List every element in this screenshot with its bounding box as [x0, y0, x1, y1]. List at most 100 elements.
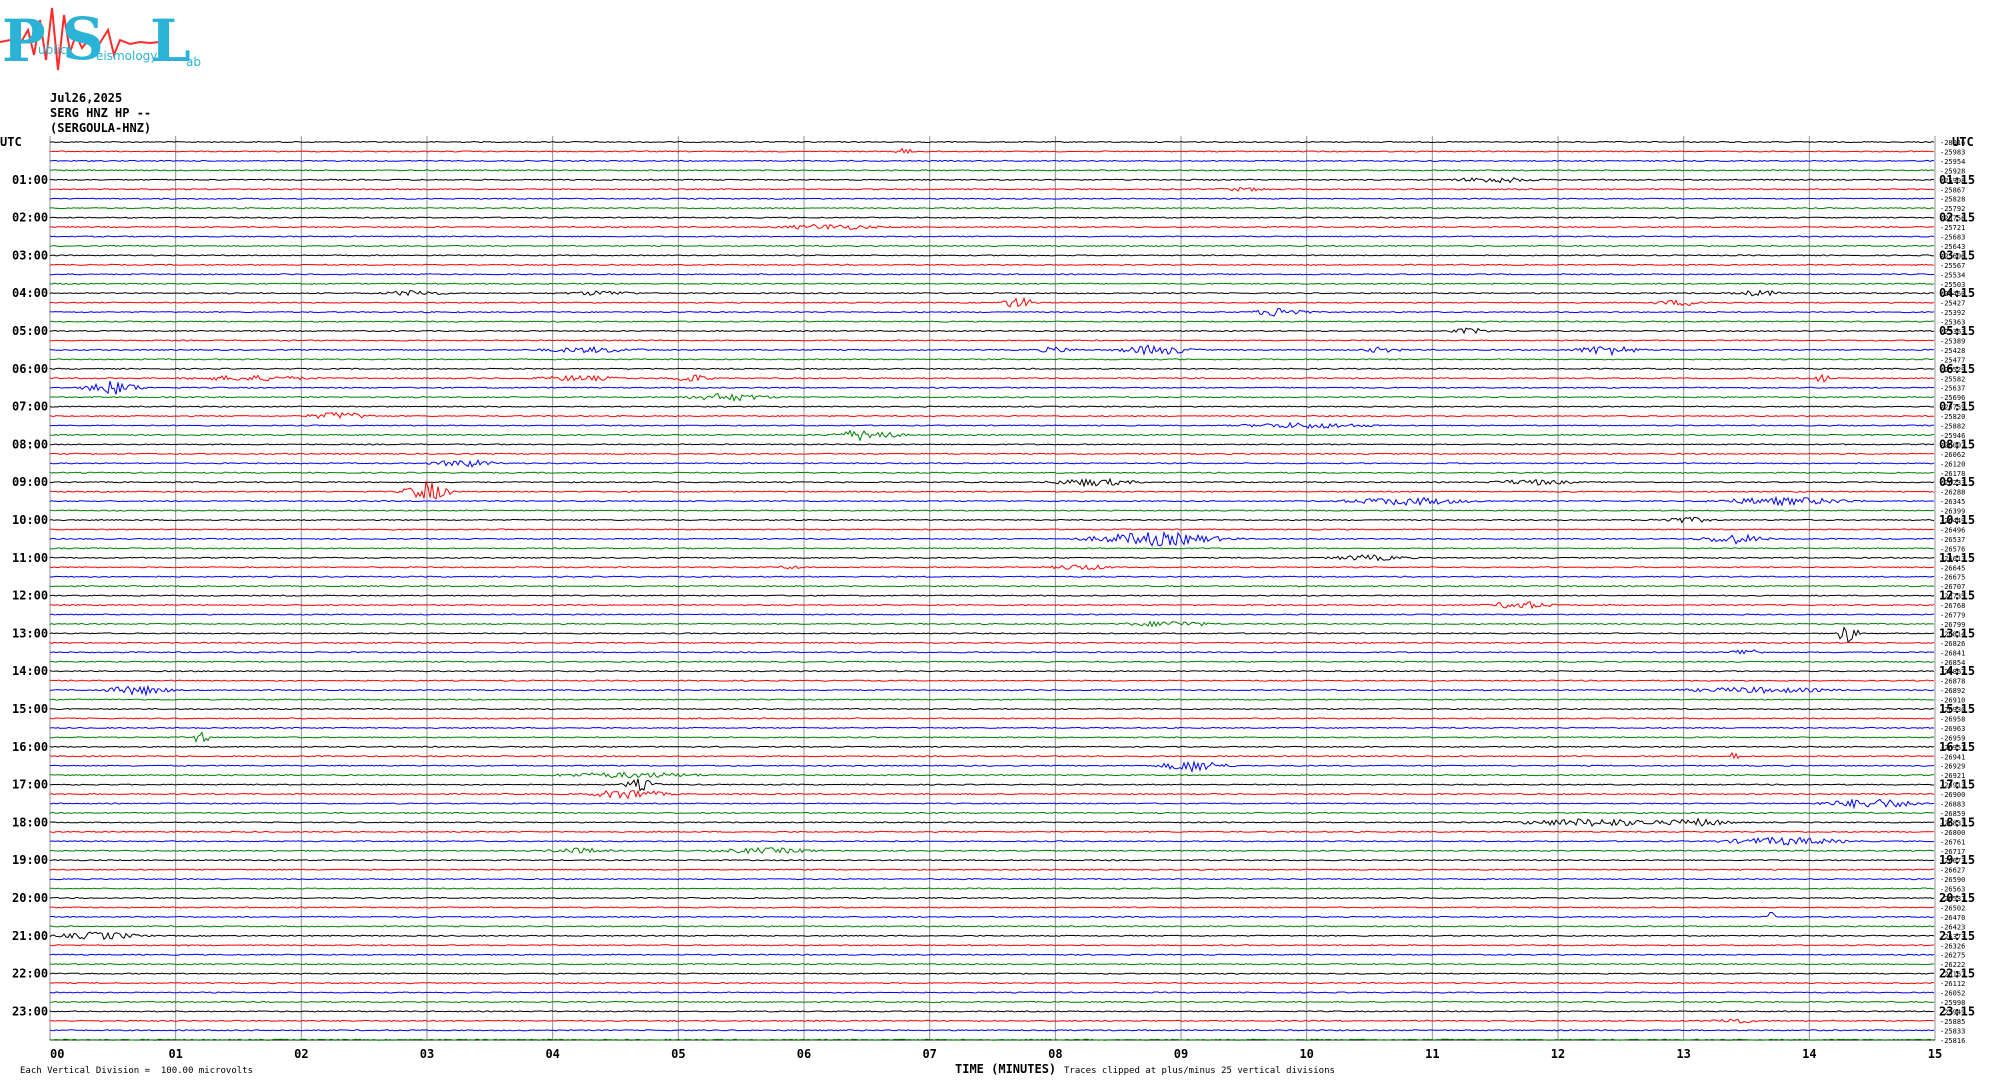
seismic-trace — [49, 393, 1935, 402]
left-hour-label: 23:00 — [12, 1004, 48, 1018]
x-tick-label: 11 — [1425, 1047, 1439, 1061]
seismic-trace — [49, 789, 1935, 800]
helicorder-chart: -28016-25983-25954-25928-25908-25867-258… — [0, 135, 1975, 1061]
seismic-trace — [49, 564, 1935, 571]
seismic-trace — [49, 244, 1934, 248]
seismic-trace — [49, 972, 1935, 975]
trace-offset-label: -25882 — [1940, 423, 1965, 431]
seismic-trace — [49, 223, 1935, 231]
trace-offset-label: -25820 — [1940, 413, 1965, 421]
left-hour-label: 22:00 — [12, 967, 48, 981]
right-hour-label: 01:15 — [1939, 173, 1975, 187]
trace-offset-label: -26470 — [1940, 914, 1965, 922]
trace-offset-label: -26326 — [1940, 942, 1965, 950]
seismic-trace — [49, 1010, 1935, 1013]
trace-offset-label: -25637 — [1940, 385, 1965, 393]
trace-offset-label: -26112 — [1940, 980, 1965, 988]
seismic-trace — [50, 707, 1935, 711]
trace-offset-label: -25833 — [1940, 1027, 1965, 1035]
left-hour-label: 09:00 — [12, 475, 48, 489]
trace-offset-label: -26502 — [1940, 904, 1965, 912]
trace-offset-label: -26288 — [1940, 489, 1965, 497]
x-tick-label: 08 — [1048, 1047, 1062, 1061]
trace-offset-label: -26892 — [1940, 687, 1965, 695]
trace-offset-label: -26120 — [1940, 460, 1965, 468]
seismic-trace — [49, 263, 1935, 266]
seismic-trace — [49, 684, 1935, 697]
x-tick-label: 01 — [168, 1047, 182, 1061]
right-hour-label: 20:15 — [1939, 891, 1975, 905]
right-utc-label: UTC — [1952, 135, 1974, 149]
seismic-trace — [49, 421, 1935, 429]
seismic-trace — [49, 953, 1935, 956]
seismic-trace — [49, 186, 1935, 192]
trace-offset-label: -26883 — [1940, 801, 1965, 809]
seismic-trace — [49, 991, 1935, 994]
seismic-trace — [50, 679, 1935, 682]
clipping-note: Traces clipped at plus/minus 25 vertical… — [1064, 1066, 1335, 1076]
trace-offset-label: -25816 — [1940, 1037, 1965, 1045]
trace-offset-label: -26941 — [1940, 753, 1965, 761]
seismic-trace — [49, 147, 1935, 154]
seismic-trace — [49, 760, 1935, 774]
seismic-trace — [49, 660, 1935, 663]
seismic-trace — [49, 443, 1935, 446]
left-hour-label: 12:00 — [12, 589, 48, 603]
left-utc-label: UTC — [0, 135, 22, 149]
seismic-trace — [49, 575, 1935, 578]
seismic-trace — [49, 641, 1935, 644]
seismic-trace — [50, 771, 1934, 779]
trace-offset-label: -26800 — [1940, 829, 1965, 837]
seismic-trace — [49, 613, 1935, 616]
seismic-trace — [49, 254, 1935, 257]
x-tick-label: 05 — [671, 1047, 685, 1061]
trace-offset-label: -26779 — [1940, 612, 1965, 620]
trace-offset-label: -25954 — [1940, 158, 1965, 166]
left-hour-label: 17:00 — [12, 778, 48, 792]
seismic-trace — [49, 846, 1935, 855]
right-hour-label: 18:15 — [1939, 815, 1975, 829]
seismic-trace — [49, 344, 1935, 357]
left-hour-label: 16:00 — [12, 740, 48, 754]
x-tick-label: 13 — [1676, 1047, 1690, 1061]
seismic-trace — [49, 373, 1935, 383]
seismic-trace — [49, 745, 1935, 748]
seismic-trace — [49, 289, 1935, 297]
trace-offset-label: -26929 — [1940, 763, 1965, 771]
trace-offset-label: -25983 — [1940, 148, 1965, 156]
trace-offset-label: -25867 — [1940, 186, 1965, 194]
x-tick-label: 14 — [1802, 1047, 1816, 1061]
x-tick-label: 15 — [1928, 1047, 1942, 1061]
left-hour-label: 20:00 — [12, 891, 48, 905]
seismic-trace — [49, 896, 1935, 900]
left-hour-label: 13:00 — [12, 626, 48, 640]
right-hour-label: 05:15 — [1939, 324, 1975, 338]
trace-offset-label: -25392 — [1940, 309, 1965, 317]
right-hour-label: 15:15 — [1939, 702, 1975, 716]
seismic-trace — [50, 963, 1935, 966]
seismic-trace — [49, 1018, 1935, 1024]
seismic-trace — [49, 931, 1935, 941]
seismic-trace — [50, 528, 1935, 531]
seismic-trace — [49, 380, 1935, 395]
seismic-trace — [49, 868, 1935, 871]
seismic-trace — [49, 307, 1935, 317]
trace-offset-label: -26345 — [1940, 498, 1965, 506]
seismic-trace — [49, 817, 1935, 827]
left-hour-label: 07:00 — [12, 400, 48, 414]
seismic-trace — [49, 516, 1935, 524]
seismic-trace — [49, 626, 1935, 643]
seismic-trace — [49, 358, 1935, 361]
seismic-traces — [49, 140, 1935, 1041]
left-hour-label: 04:00 — [12, 286, 48, 300]
trace-offset-label: -26645 — [1940, 564, 1965, 572]
seismic-trace — [49, 906, 1935, 909]
trace-offset-label: -25567 — [1940, 262, 1965, 270]
left-hour-label: 15:00 — [12, 702, 48, 716]
trace-offset-label: -26590 — [1940, 876, 1965, 884]
seismic-trace — [49, 273, 1935, 276]
seismic-trace — [49, 698, 1935, 701]
seismic-trace — [49, 944, 1935, 947]
seismic-trace — [49, 726, 1935, 729]
left-hour-label: 10:00 — [12, 513, 48, 527]
